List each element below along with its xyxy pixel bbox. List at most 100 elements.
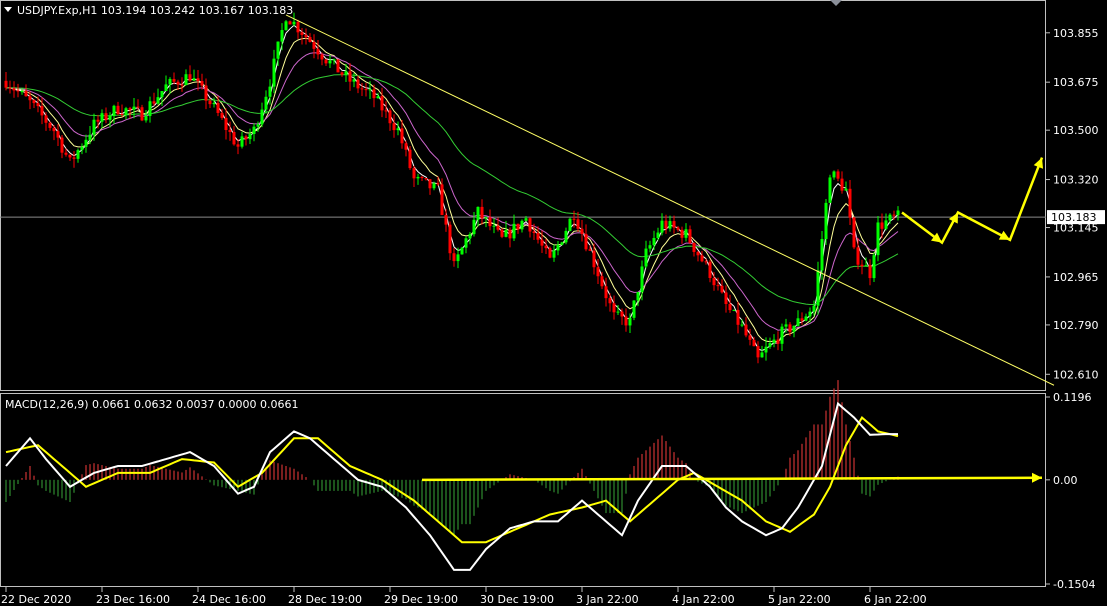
candle-body[interactable] (484, 217, 488, 219)
candle-body[interactable] (108, 116, 112, 120)
candle-body[interactable] (868, 265, 872, 279)
candle-body[interactable] (312, 41, 316, 49)
candle-body[interactable] (276, 41, 280, 59)
candle-body[interactable] (492, 225, 496, 227)
candle-body[interactable] (232, 132, 236, 145)
candle-body[interactable] (812, 305, 816, 312)
candle-body[interactable] (88, 134, 92, 140)
candle-body[interactable] (20, 91, 24, 93)
candle-body[interactable] (472, 219, 476, 235)
candle-body[interactable] (408, 149, 412, 169)
candle-body[interactable] (164, 84, 168, 92)
candle-body[interactable] (252, 126, 256, 134)
candle-body[interactable] (696, 251, 700, 256)
candle-body[interactable] (264, 96, 268, 110)
candle-body[interactable] (376, 96, 380, 99)
candle-body[interactable] (560, 242, 564, 245)
candle-body[interactable] (700, 255, 704, 262)
candle-body[interactable] (440, 184, 444, 215)
candle-body[interactable] (76, 150, 80, 159)
candle-body[interactable] (536, 233, 540, 240)
candle-body[interactable] (180, 84, 184, 86)
candle-body[interactable] (200, 81, 204, 86)
candle-body[interactable] (216, 102, 220, 113)
candle-body[interactable] (160, 91, 164, 98)
candle-body[interactable] (732, 309, 736, 311)
candle-body[interactable] (392, 123, 396, 131)
candle-body[interactable] (884, 220, 888, 229)
candle-body[interactable] (324, 59, 328, 64)
candle-body[interactable] (552, 250, 556, 258)
candle-body[interactable] (656, 232, 660, 238)
candle-body[interactable] (416, 176, 420, 179)
candle-body[interactable] (852, 217, 856, 248)
candle-body[interactable] (52, 127, 56, 132)
candle-body[interactable] (836, 171, 840, 179)
candle-body[interactable] (100, 113, 104, 122)
candle-body[interactable] (676, 227, 680, 230)
candle-body[interactable] (436, 183, 440, 185)
candle-body[interactable] (664, 220, 668, 229)
candle-body[interactable] (48, 122, 52, 128)
candle-body[interactable] (384, 110, 388, 112)
candle-body[interactable] (788, 324, 792, 332)
candle-body[interactable] (296, 21, 300, 33)
candle-body[interactable] (288, 21, 292, 25)
candle-body[interactable] (412, 168, 416, 179)
candle-body[interactable] (132, 106, 136, 110)
candle-body[interactable] (632, 300, 636, 318)
candle-body[interactable] (360, 88, 364, 90)
candle-body[interactable] (668, 221, 672, 229)
candle-body[interactable] (876, 222, 880, 256)
candle-body[interactable] (404, 143, 408, 150)
candle-body[interactable] (800, 318, 804, 321)
candle-body[interactable] (36, 103, 40, 107)
candle-body[interactable] (284, 21, 288, 31)
candle-body[interactable] (152, 101, 156, 104)
candle-body[interactable] (724, 292, 728, 305)
candle-body[interactable] (892, 214, 896, 216)
candle-body[interactable] (32, 100, 36, 104)
candle-body[interactable] (424, 178, 428, 180)
candle-body[interactable] (864, 265, 868, 267)
candle-body[interactable] (504, 230, 508, 237)
candle-body[interactable] (644, 248, 648, 267)
candle-body[interactable] (640, 266, 644, 293)
candle-body[interactable] (712, 277, 716, 286)
candle-body[interactable] (860, 264, 864, 267)
candle-body[interactable] (576, 219, 580, 229)
candle-body[interactable] (156, 97, 160, 104)
candle-body[interactable] (620, 311, 624, 317)
candle-body[interactable] (292, 21, 296, 25)
candle-body[interactable] (548, 248, 552, 258)
candle-body[interactable] (628, 317, 632, 326)
candle-body[interactable] (248, 133, 252, 140)
candle-body[interactable] (316, 48, 320, 55)
candle-body[interactable] (448, 224, 452, 254)
candle-body[interactable] (636, 292, 640, 301)
candle-body[interactable] (348, 71, 352, 82)
candle-body[interactable] (176, 81, 180, 85)
candle-body[interactable] (24, 91, 28, 97)
candle-body[interactable] (572, 218, 576, 220)
candle-body[interactable] (212, 102, 216, 105)
candle-body[interactable] (332, 59, 336, 61)
candle-body[interactable] (364, 89, 368, 91)
candle-body[interactable] (320, 54, 324, 60)
candle-body[interactable] (8, 87, 12, 89)
candle-body[interactable] (120, 114, 124, 116)
candle-body[interactable] (460, 247, 464, 255)
candle-body[interactable] (752, 339, 756, 347)
candle-body[interactable] (832, 171, 836, 178)
candle-body[interactable] (684, 229, 688, 238)
candle-body[interactable] (820, 239, 824, 271)
candle-body[interactable] (268, 86, 272, 97)
candle-body[interactable] (784, 324, 788, 327)
candle-body[interactable] (768, 343, 772, 347)
candle-body[interactable] (624, 316, 628, 326)
candle-body[interactable] (760, 352, 764, 358)
candle-body[interactable] (508, 230, 512, 239)
candle-body[interactable] (4, 80, 8, 88)
candle-body[interactable] (716, 285, 720, 287)
candle-body[interactable] (796, 318, 800, 326)
